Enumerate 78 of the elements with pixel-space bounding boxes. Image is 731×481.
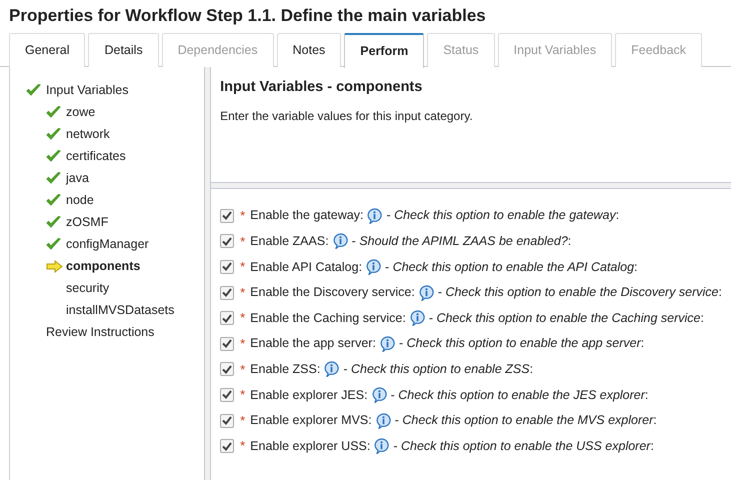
tree-item[interactable]: components: [66, 256, 140, 276]
option-description: - Should the APIML ZAAS be enabled?:: [352, 233, 572, 250]
tree-item[interactable]: node: [66, 190, 94, 210]
option-label: Enable ZAAS:: [250, 233, 329, 250]
info-icon[interactable]: [367, 208, 382, 224]
option-label: Enable the Discovery service:: [250, 284, 415, 302]
checkbox[interactable]: [220, 234, 234, 248]
option-label: Enable explorer JES:: [250, 386, 368, 404]
tree-item[interactable]: installMVSDatasets: [66, 300, 174, 320]
tree-item[interactable]: configManager: [66, 234, 149, 254]
option-description: - Check this option to enable the USS explorer:: [393, 438, 654, 455]
checkbox[interactable]: [220, 208, 234, 223]
required-mark: *: [240, 258, 246, 276]
info-icon[interactable]: [332, 233, 348, 250]
checkbox[interactable]: [220, 388, 234, 402]
tree-item[interactable]: zOSMF: [66, 212, 108, 232]
tree-item[interactable]: java: [66, 168, 89, 188]
checkmark-icon: [46, 106, 61, 118]
checkbox[interactable]: [220, 439, 234, 454]
checkmark-icon: [46, 150, 61, 162]
checkbox[interactable]: [220, 260, 234, 274]
tree-item[interactable]: Input Variables: [46, 80, 128, 100]
info-icon[interactable]: [366, 258, 382, 275]
tree-item[interactable]: network: [66, 124, 110, 144]
option-description: - Check this option to enable ZSS:: [343, 360, 534, 378]
required-mark: *: [240, 232, 246, 251]
info-icon[interactable]: [324, 361, 340, 378]
checkbox[interactable]: [220, 336, 234, 351]
option-label: Enable explorer USS:: [250, 438, 370, 455]
required-mark: *: [240, 386, 246, 404]
option-description: - Check this option to enable the gateway:: [386, 207, 620, 224]
option-label: Enable API Catalog:: [250, 258, 362, 276]
info-icon[interactable]: [418, 284, 434, 301]
option-description: - Check this option to enable the Caching service:: [428, 310, 704, 327]
checkmark-icon: [46, 172, 61, 184]
required-mark: *: [240, 284, 246, 302]
section-description: Enter the variable values for this input category.: [220, 108, 474, 125]
option-description: - Check this option to enable the MVS explorer:: [394, 412, 657, 430]
tab[interactable]: Notes: [276, 33, 342, 67]
tree-item[interactable]: certificates: [66, 146, 126, 166]
option-description: - Check this option to enable the Discovery service:: [438, 284, 722, 302]
tree-item[interactable]: Review Instructions: [46, 322, 154, 342]
checkmark-icon: [46, 194, 61, 206]
checkmark-icon: [46, 216, 61, 228]
checkbox[interactable]: [220, 286, 234, 300]
checkbox[interactable]: [220, 311, 234, 326]
option-label: Enable ZSS:: [250, 360, 320, 378]
option-description: - Check this option to enable the JES explorer:: [390, 386, 648, 404]
info-icon[interactable]: [372, 386, 387, 403]
arrow-icon: [46, 260, 63, 272]
option-label: Enable the Caching service:: [250, 310, 406, 327]
info-icon[interactable]: [380, 336, 395, 352]
dialog-title: Properties for Workflow Step 1.1. Define the main variables: [8, 5, 487, 27]
option-description: - Check this option to enable the API Catalog:: [385, 258, 638, 276]
section-heading: Input Variables - components: [220, 78, 424, 97]
required-mark: *: [240, 335, 246, 354]
option-label: Enable the gateway:: [250, 207, 364, 224]
option-label: Enable the app server:: [250, 335, 376, 352]
checkmark-icon: [46, 128, 61, 140]
required-mark: *: [240, 360, 246, 379]
tab[interactable]: General: [9, 33, 86, 67]
required-mark: *: [240, 437, 246, 456]
option-label: Enable explorer MVS:: [250, 412, 372, 430]
tab[interactable]: Perform: [344, 33, 424, 68]
required-mark: *: [240, 207, 246, 226]
info-icon[interactable]: [410, 310, 425, 326]
checkbox[interactable]: [220, 414, 234, 428]
option-description: - Check this option to enable the app server:: [398, 335, 644, 352]
required-mark: *: [240, 412, 246, 430]
tree-item[interactable]: zowe: [66, 102, 96, 122]
required-mark: *: [240, 309, 246, 328]
tab[interactable]: Details: [88, 33, 159, 67]
checkmark-icon: [26, 84, 41, 96]
info-icon[interactable]: [376, 412, 391, 429]
checkmark-icon: [46, 238, 61, 250]
checkbox[interactable]: [220, 362, 234, 376]
info-icon[interactable]: [374, 438, 390, 454]
tree-item[interactable]: security: [66, 278, 110, 298]
